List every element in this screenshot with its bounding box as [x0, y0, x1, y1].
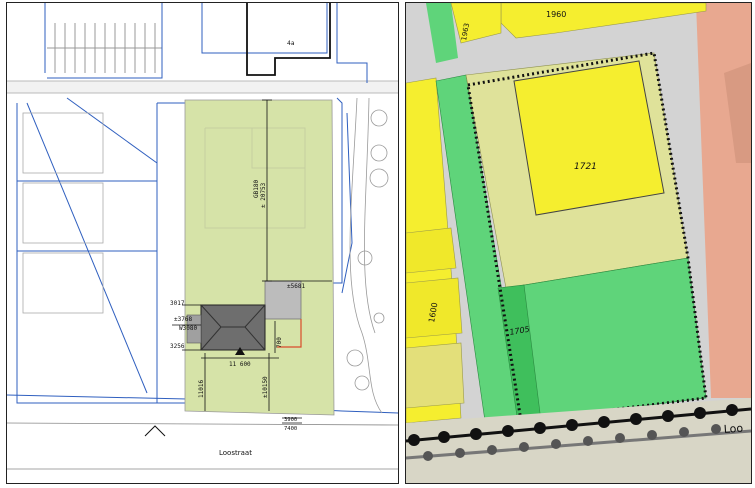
service-road: [7, 81, 398, 93]
dim-bottom-right: ±10150: [262, 376, 269, 398]
site-plan-panel: 4a 3017 ±3768 W3080 3256 ±5681 11 600 ± …: [6, 2, 399, 484]
zone-mixed-left: [406, 342, 465, 409]
parcel-label-1721: 1721: [574, 162, 597, 172]
parking-bays: [47, 23, 162, 73]
site-plan-drawing: 4a 3017 ±3768 W3080 3256 ±5681 11 600 ± …: [7, 3, 398, 470]
dim-left-top: 3017: [170, 300, 185, 307]
north-building-outline: [246, 3, 331, 76]
dim-right: ±5681: [287, 283, 305, 290]
dim-bottom-offset: 3900: [284, 417, 297, 423]
dim-left-mid: ±3768: [174, 316, 192, 323]
dim-bottom-extra: 7400: [284, 426, 297, 432]
dim-main-vertical: ± 20753: [260, 182, 267, 208]
neighbour-outlines: [22, 112, 104, 314]
dim-bottom-left: 11016: [198, 380, 205, 398]
street-name-map: Loo: [723, 422, 744, 436]
zone-residential-1721: [513, 60, 665, 216]
zone-residential-left-2: [406, 227, 457, 274]
north-block-label: 4a: [287, 40, 295, 47]
dim-right-vertical: GB180: [253, 180, 260, 198]
entrance-chevron: [144, 425, 166, 437]
parcel-label-1960: 1960: [546, 10, 566, 19]
dim-left-low: 3256: [170, 343, 185, 350]
zoning-map-panel: 1960 1963 1600 1721 1705 Loo: [405, 2, 752, 484]
dim-inner-vertical: 700: [276, 337, 283, 348]
height-label: 11 600: [229, 361, 251, 368]
zoning-map: 1960 1963 1600 1721 1705 Loo: [406, 3, 751, 483]
street-name: Loostraat: [219, 449, 252, 457]
proposed-building: [200, 304, 266, 351]
ground-label: W3080: [179, 325, 197, 332]
street-edge-top: [7, 422, 398, 426]
building-plot: [184, 99, 335, 416]
